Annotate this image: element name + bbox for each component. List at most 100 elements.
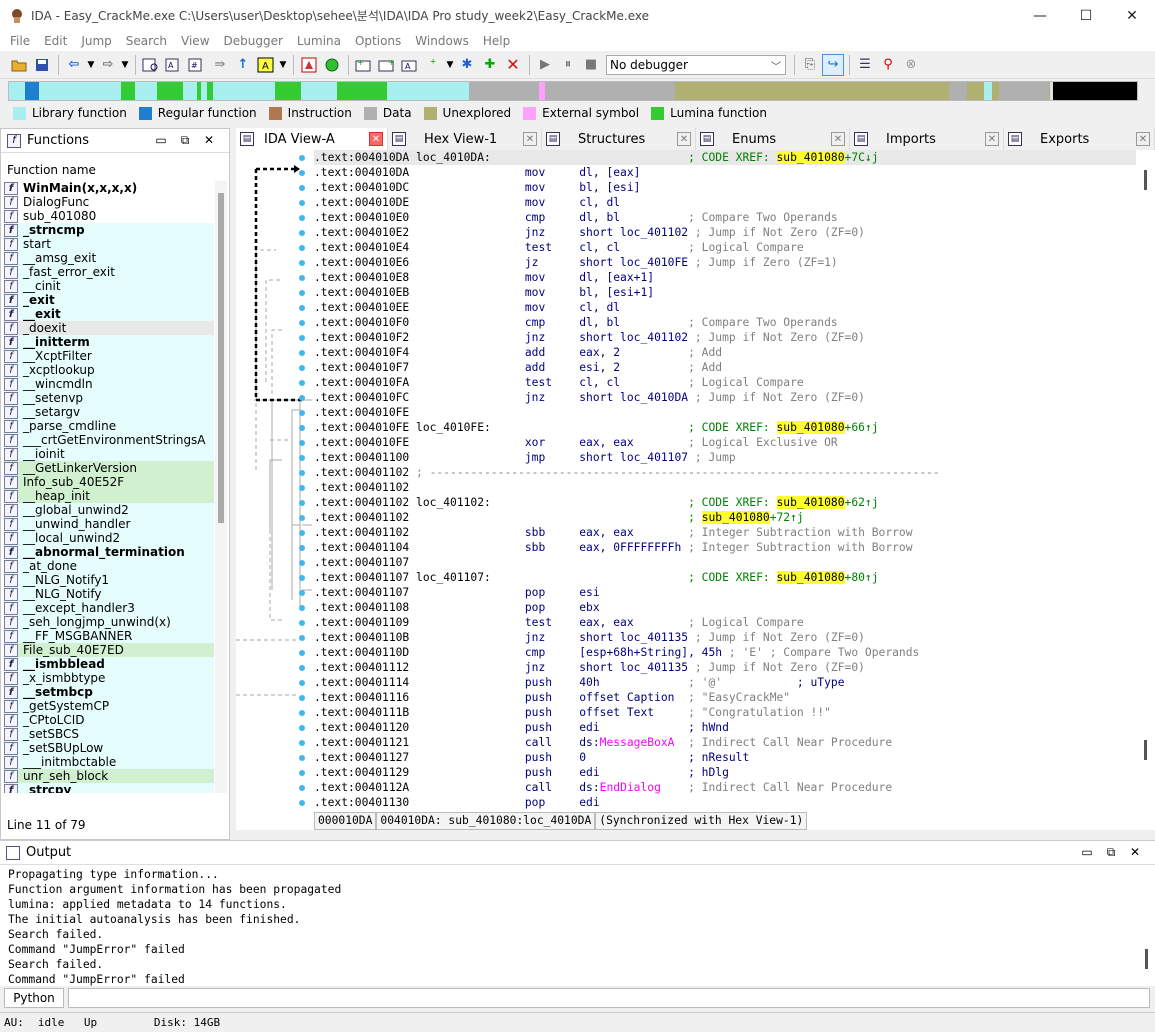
breakpoint-dot[interactable] bbox=[299, 725, 305, 731]
disasm-line[interactable]: .text:00401116 push offset Caption ; "Ea… bbox=[314, 690, 1136, 705]
menu-jump[interactable]: Jump bbox=[74, 34, 118, 48]
breakpoint-dot[interactable] bbox=[299, 665, 305, 671]
minimize-button[interactable]: — bbox=[1017, 0, 1063, 31]
function-list-item[interactable]: f __setenvp bbox=[4, 391, 214, 405]
function-list-item[interactable]: f __abnormal_termination bbox=[4, 545, 214, 559]
function-list-scrollbar[interactable] bbox=[215, 181, 227, 793]
pin-icon[interactable]: ⚲ bbox=[877, 54, 899, 76]
disasm-line[interactable]: .text:00401127 push 0 ; nResult bbox=[314, 750, 1136, 765]
breakpoint-dot[interactable] bbox=[299, 440, 305, 446]
breakpoint-dot[interactable] bbox=[299, 215, 305, 221]
breakpoint-dot[interactable] bbox=[299, 590, 305, 596]
menu-debugger[interactable]: Debugger bbox=[217, 34, 290, 48]
close-output-icon[interactable]: ✕ bbox=[1123, 845, 1147, 860]
disasm-line[interactable]: .text:00401112 jnz short loc_401135 ; Ju… bbox=[314, 660, 1136, 675]
disasm-line[interactable]: .text:00401104 sbb eax, 0FFFFFFFFh ; Int… bbox=[314, 540, 1136, 555]
function-list-item[interactable]: f __setargv bbox=[4, 405, 214, 419]
function-list-item[interactable]: f ___initmbctable bbox=[4, 755, 214, 769]
disasm-token[interactable]: sub_401080 bbox=[776, 496, 845, 509]
breakpoint-dot[interactable] bbox=[299, 695, 305, 701]
function-list-item[interactable]: f __GetLinkerVersion bbox=[4, 461, 214, 475]
breakpoint-dot[interactable] bbox=[299, 470, 305, 476]
menu-search[interactable]: Search bbox=[119, 34, 174, 48]
breakpoint-dot[interactable] bbox=[299, 710, 305, 716]
menu-lumina[interactable]: Lumina bbox=[290, 34, 348, 48]
breakpoint-dot[interactable] bbox=[299, 395, 305, 401]
breakpoint-dot[interactable] bbox=[299, 740, 305, 746]
breakpoint-dot[interactable] bbox=[299, 680, 305, 686]
function-list-item[interactable]: f __local_unwind2 bbox=[4, 531, 214, 545]
disasm-line[interactable]: .text:00401107 pop esi bbox=[314, 585, 1136, 600]
step-into-icon[interactable]: ⎘ bbox=[799, 54, 821, 76]
breakpoint-dot[interactable] bbox=[299, 560, 305, 566]
forward-arrow-icon[interactable]: ⇨ bbox=[97, 54, 119, 76]
function-list-item[interactable]: f ___crtGetEnvironmentStringsA bbox=[4, 433, 214, 447]
pause-icon[interactable]: ⏸ bbox=[557, 54, 579, 76]
disasm-line[interactable]: .text:00401120 push edi ; hWnd bbox=[314, 720, 1136, 735]
open-icon[interactable] bbox=[8, 54, 30, 76]
stop-icon[interactable]: ■ bbox=[580, 54, 602, 76]
disasm-line[interactable]: .text:004010DA loc_4010DA: ; CODE XREF: … bbox=[314, 150, 1136, 165]
disasm-token[interactable]: sub_401080 bbox=[776, 151, 845, 164]
debugger-select[interactable]: No debugger ﹀ bbox=[606, 54, 786, 75]
disasm-token[interactable]: sub_401080 bbox=[776, 571, 845, 584]
disasm-line[interactable]: .text:0040112A call ds:EndDialog ; Indir… bbox=[314, 780, 1136, 795]
breakpoint-dot[interactable] bbox=[299, 200, 305, 206]
breakpoint-dot[interactable] bbox=[299, 500, 305, 506]
add-struct-icon[interactable]: + bbox=[376, 54, 398, 76]
function-list-item[interactable]: f _doexit bbox=[4, 321, 214, 335]
graph-view-icon[interactable] bbox=[298, 54, 320, 76]
close-button[interactable]: ✕ bbox=[1109, 0, 1155, 31]
disasm-line[interactable]: .text:0040111B push offset Text ; "Congr… bbox=[314, 705, 1136, 720]
add-segment-icon[interactable]: ⁺ bbox=[422, 54, 444, 76]
function-list-item[interactable]: f _strncmp bbox=[4, 223, 214, 237]
breakpoint-dot[interactable] bbox=[299, 170, 305, 176]
disasm-line[interactable]: .text:00401102 ; -----------------------… bbox=[314, 465, 1136, 480]
function-list-item[interactable]: f __except_handler3 bbox=[4, 601, 214, 615]
python-button[interactable]: Python bbox=[4, 988, 64, 1008]
disasm-line[interactable]: .text:00401130 pop edi bbox=[314, 795, 1136, 810]
text-highlight-icon[interactable]: A bbox=[255, 54, 277, 76]
function-list-item[interactable]: f __initterm bbox=[4, 335, 214, 349]
menu-windows[interactable]: Windows bbox=[408, 34, 476, 48]
disasm-line[interactable]: .text:004010E0 cmp dl, bl ; Compare Two … bbox=[314, 210, 1136, 225]
function-list-item[interactable]: f DialogFunc bbox=[4, 195, 214, 209]
disasm-line[interactable]: .text:00401102 loc_401102: ; CODE XREF: … bbox=[314, 495, 1136, 510]
disasm-line[interactable]: .text:00401129 push edi ; hDlg bbox=[314, 765, 1136, 780]
delete-icon[interactable]: ✕ bbox=[502, 54, 524, 76]
back-arrow-icon[interactable]: ⇦ bbox=[63, 54, 85, 76]
function-list-item[interactable]: f __exit bbox=[4, 307, 214, 321]
menu-help[interactable]: Help bbox=[476, 34, 517, 48]
disasm-token[interactable]: EndDialog bbox=[600, 781, 661, 794]
disasm-line[interactable]: .text:00401102 sbb eax, eax ; Integer Su… bbox=[314, 525, 1136, 540]
close-tab-icon[interactable]: ✕ bbox=[369, 132, 383, 146]
function-list-item[interactable]: f _fast_error_exit bbox=[4, 265, 214, 279]
restore-panel-icon[interactable]: ⧉ bbox=[173, 133, 197, 148]
breakpoint-dot[interactable] bbox=[299, 800, 305, 806]
function-list-item[interactable]: f _xcptlookup bbox=[4, 363, 214, 377]
function-list-item[interactable]: f sub_401080 bbox=[4, 209, 214, 223]
minimize-panel-icon[interactable]: ▭ bbox=[149, 133, 173, 148]
text-search-icon[interactable]: A bbox=[163, 54, 185, 76]
function-list-item[interactable]: f __XcptFilter bbox=[4, 349, 214, 363]
disasm-line[interactable]: .text:004010DE mov cl, dl bbox=[314, 195, 1136, 210]
tab-ida-view-a[interactable]: ▤ IDA View-A ✕ bbox=[236, 128, 388, 150]
function-list-item[interactable]: f _setSBUpLow bbox=[4, 741, 214, 755]
tab-enums[interactable]: ▤ Enums ✕ bbox=[696, 128, 850, 150]
breakpoint-dot[interactable] bbox=[299, 425, 305, 431]
breakpoint-dot[interactable] bbox=[299, 380, 305, 386]
close-tab-icon[interactable]: ✕ bbox=[523, 132, 537, 146]
breakpoint-dot[interactable] bbox=[299, 245, 305, 251]
disasm-line[interactable]: .text:004010FE loc_4010FE: ; CODE XREF: … bbox=[314, 420, 1136, 435]
disasm-line[interactable]: .text:004010DC mov bl, [esi] bbox=[314, 180, 1136, 195]
breakpoint-dot[interactable] bbox=[299, 185, 305, 191]
breakpoint-dot[interactable] bbox=[299, 620, 305, 626]
binary-search-icon[interactable] bbox=[140, 54, 162, 76]
create-function-icon[interactable]: + bbox=[353, 54, 375, 76]
disasm-line[interactable]: .text:00401108 pop ebx bbox=[314, 600, 1136, 615]
function-list-item[interactable]: f _setSBCS bbox=[4, 727, 214, 741]
debug-options-icon[interactable]: ☰ bbox=[854, 54, 876, 76]
restore-output-icon[interactable]: ⧉ bbox=[1099, 845, 1123, 860]
menu-options[interactable]: Options bbox=[348, 34, 408, 48]
breakpoint-dot[interactable] bbox=[299, 605, 305, 611]
